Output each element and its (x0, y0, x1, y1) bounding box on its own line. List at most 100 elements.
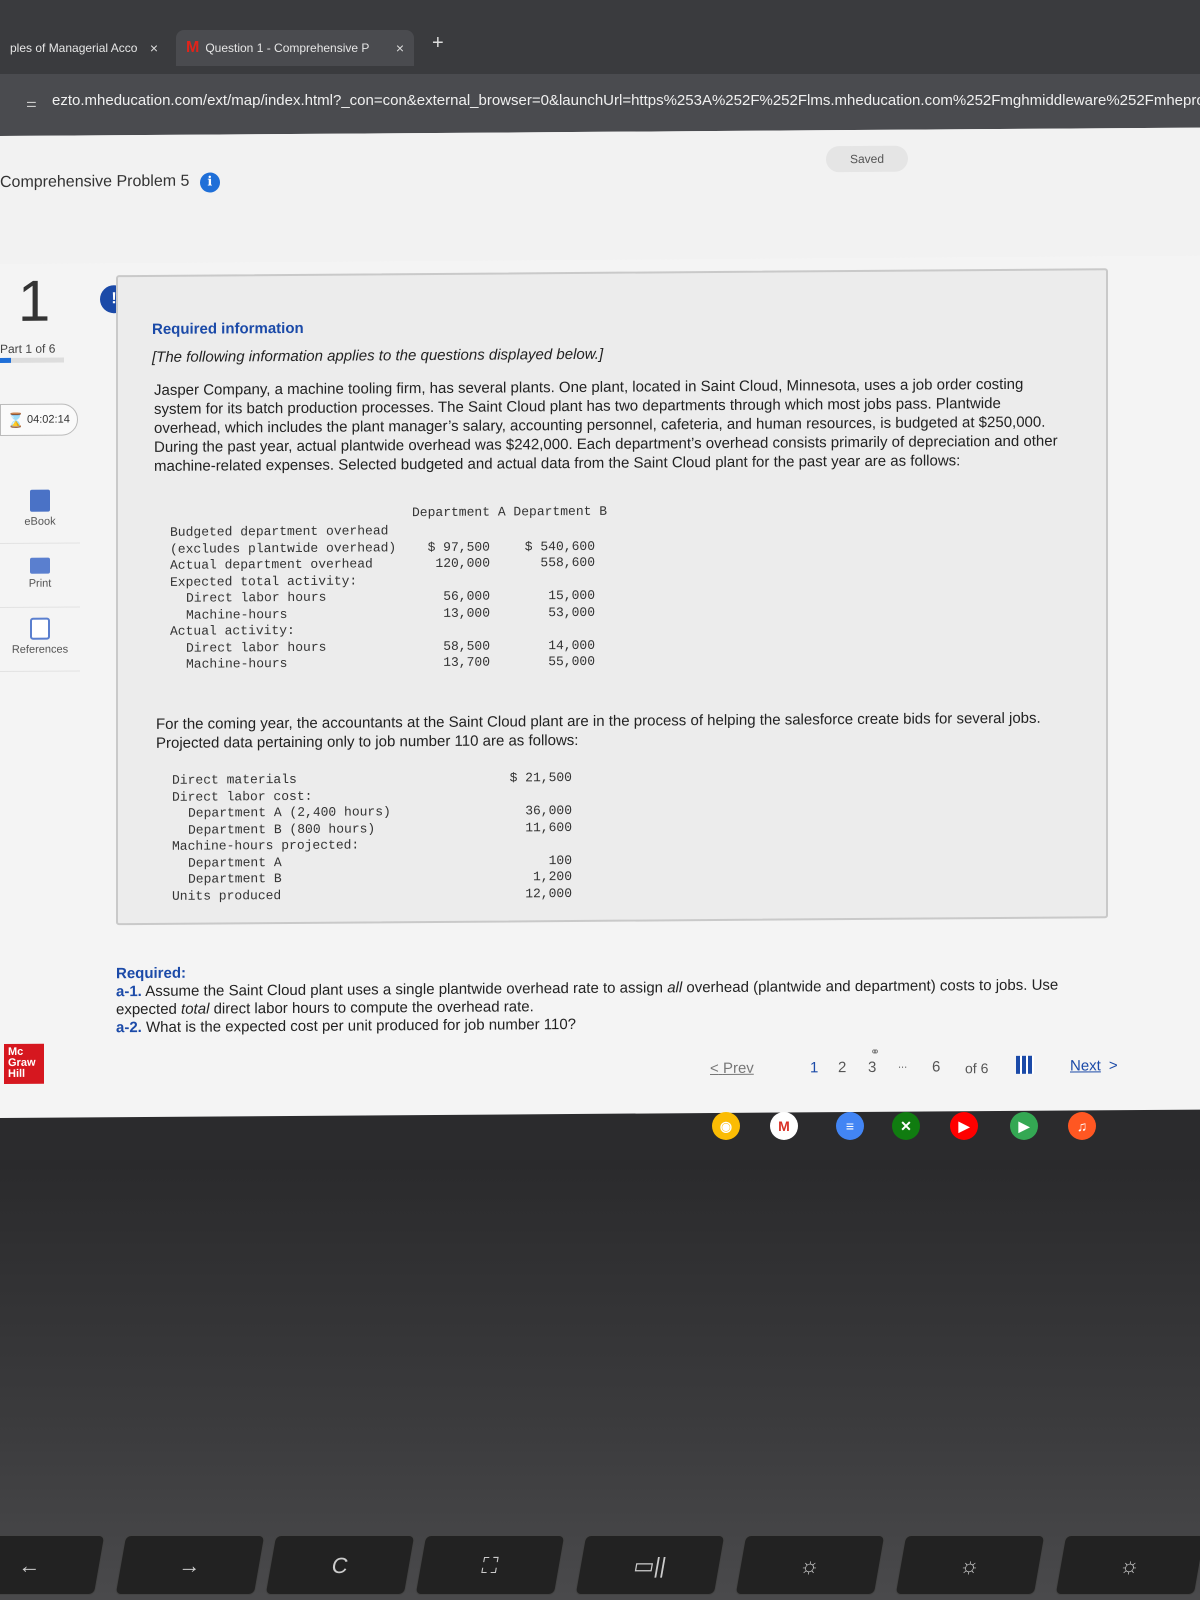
row-label: Actual department overhead (170, 556, 373, 573)
references-button[interactable]: References (0, 609, 80, 672)
row-value: 36,000 (525, 803, 572, 819)
page-6-button[interactable]: 6 (932, 1058, 940, 1075)
a1-emphasis: total (181, 1000, 210, 1018)
a1-label: a-1. (116, 983, 142, 1001)
department-a-value: $ 97,500 (427, 539, 490, 555)
problem-title: Comprehensive Problem 5 i (0, 172, 220, 194)
department-a-value: 56,000 (443, 588, 490, 604)
row-label: Units produced (172, 887, 282, 904)
chrome-icon[interactable]: ◉ (712, 1112, 740, 1140)
logo-line: Hill (8, 1067, 26, 1080)
row-value: 1,200 (532, 869, 572, 885)
link-icon: ⚭ (870, 1044, 881, 1059)
gmail-icon[interactable]: M (770, 1112, 798, 1140)
row-label: Machine-hours projected: (172, 837, 360, 854)
new-tab-button[interactable]: + (432, 32, 444, 55)
xbox-icon[interactable]: ✕ (892, 1112, 920, 1140)
row-label: Budgeted department overhead (170, 523, 389, 540)
fullscreen-key: ⛶ (414, 1535, 566, 1595)
required-information-panel: Required information [The following info… (116, 268, 1108, 926)
play-store-icon[interactable]: ▶ (1010, 1112, 1038, 1140)
browser-tab-bar: ples of Managerial Acco × M Question 1 -… (0, 0, 1200, 74)
references-label: References (11, 643, 69, 656)
row-label: Department B (188, 871, 282, 887)
department-a-value: 120,000 (435, 555, 490, 571)
close-tab-icon[interactable]: × (396, 40, 404, 56)
overview-key: ▭|| (574, 1535, 726, 1595)
a2-label: a-2. (116, 1019, 142, 1037)
row-value: 12,000 (525, 885, 572, 901)
row-label: Expected total activity: (170, 573, 358, 590)
question-sidebar: 1 Part 1 of 6 ⌛ 04:02:14 eBook Print Ref… (0, 263, 84, 1124)
row-label: Direct labor cost: (172, 788, 313, 805)
row-label: Department A (2,400 hours) (188, 804, 391, 821)
question-number: 1 (18, 268, 51, 334)
problem-title-text: Comprehensive Problem 5 (0, 172, 190, 191)
url-field[interactable]: ezto.mheducation.com/ext/map/index.html?… (52, 92, 1200, 109)
department-a-value: 13,000 (443, 605, 490, 621)
timer-value: 04:02:14 (27, 413, 70, 426)
next-button[interactable]: Next > (1070, 1057, 1118, 1074)
docs-icon[interactable]: ≡ (836, 1112, 864, 1140)
row-value: $ 21,500 (509, 770, 572, 786)
print-label: Print (28, 577, 52, 590)
references-icon (30, 617, 50, 640)
ebook-label: eBook (24, 515, 56, 528)
site-settings-icon[interactable]: ⚌ (26, 96, 40, 110)
tab-title: ples of Managerial Acco (10, 41, 138, 55)
problem-header: Comprehensive Problem 5 i Saved (0, 127, 1200, 264)
department-b-value: 14,000 (548, 637, 595, 653)
timer[interactable]: ⌛ 04:02:14 (0, 403, 78, 436)
row-label: Department A (188, 854, 282, 871)
a1-emphasis: all (667, 979, 683, 997)
part-progress-bar (0, 357, 64, 363)
question-navigation: < Prev 1 2 ⚭ 3 ... 6 of 6 Next > (700, 1045, 1180, 1086)
page-ellipsis: ... (898, 1058, 908, 1071)
page-count: of 6 (965, 1060, 989, 1077)
required-section: Required: a-1. Assume the Saint Cloud pl… (116, 958, 1096, 1037)
chevron-left-icon: < (710, 1059, 719, 1078)
address-bar: ⚌ ezto.mheducation.com/ext/map/index.htm… (0, 74, 1200, 136)
department-b-value: 53,000 (548, 604, 595, 620)
info-icon[interactable]: i (199, 172, 220, 193)
row-label: Direct materials (172, 771, 297, 788)
book-icon (30, 489, 50, 512)
tab-question-1[interactable]: M Question 1 - Comprehensive P × (176, 30, 414, 66)
department-b-value: 15,000 (548, 587, 595, 604)
tab-title: Question 1 - Comprehensive P (205, 41, 370, 55)
mute-key: ☼ (1054, 1535, 1200, 1595)
row-value: 100 (548, 852, 572, 868)
saved-status-badge: Saved (826, 145, 908, 173)
page-content: Comprehensive Problem 5 i Saved 1 Part 1… (0, 127, 1200, 1118)
required-heading: Required: (116, 964, 187, 983)
page-1-button[interactable]: 1 (810, 1059, 818, 1076)
print-button[interactable]: Print (0, 545, 80, 608)
hourglass-icon: ⌛ (7, 411, 25, 428)
job-110-paragraph: For the coming year, the accountants at … (156, 709, 1041, 752)
part-progress-fill (0, 357, 11, 363)
tab-managerial-accounting[interactable]: ples of Managerial Acco × (0, 30, 168, 66)
chevron-right-icon: > (1108, 1057, 1118, 1075)
job-110-table: Direct materials $ 21,500 Direct labor cos… (172, 770, 572, 905)
back-key: ← (0, 1535, 106, 1595)
prev-button[interactable]: < Prev (710, 1060, 754, 1077)
department-table-header: Department A Department B (412, 503, 608, 521)
printer-icon (30, 557, 50, 574)
intro-paragraph: Jasper Company, a machine tooling firm, … (154, 375, 1058, 475)
next-label: Next (1070, 1057, 1101, 1075)
ebook-button[interactable]: eBook (0, 481, 80, 544)
row-value: 11,600 (525, 819, 572, 835)
close-tab-icon[interactable]: × (150, 40, 158, 56)
youtube-icon[interactable]: ▶ (950, 1112, 978, 1140)
page-3-button[interactable]: 3 (868, 1059, 876, 1076)
a2-text: What is the expected cost per unit produ… (141, 1015, 577, 1037)
music-icon[interactable]: ♫ (1068, 1112, 1096, 1140)
page-2-button[interactable]: 2 (838, 1059, 846, 1076)
row-label: Machine-hours (186, 606, 288, 623)
department-b-value: $ 540,600 (524, 538, 595, 554)
refresh-key: C (264, 1535, 416, 1595)
department-b-value: 558,600 (540, 554, 595, 571)
grid-view-icon[interactable] (1016, 1055, 1034, 1074)
forward-key: → (114, 1535, 266, 1595)
following-note: [The following information applies to th… (152, 345, 604, 366)
